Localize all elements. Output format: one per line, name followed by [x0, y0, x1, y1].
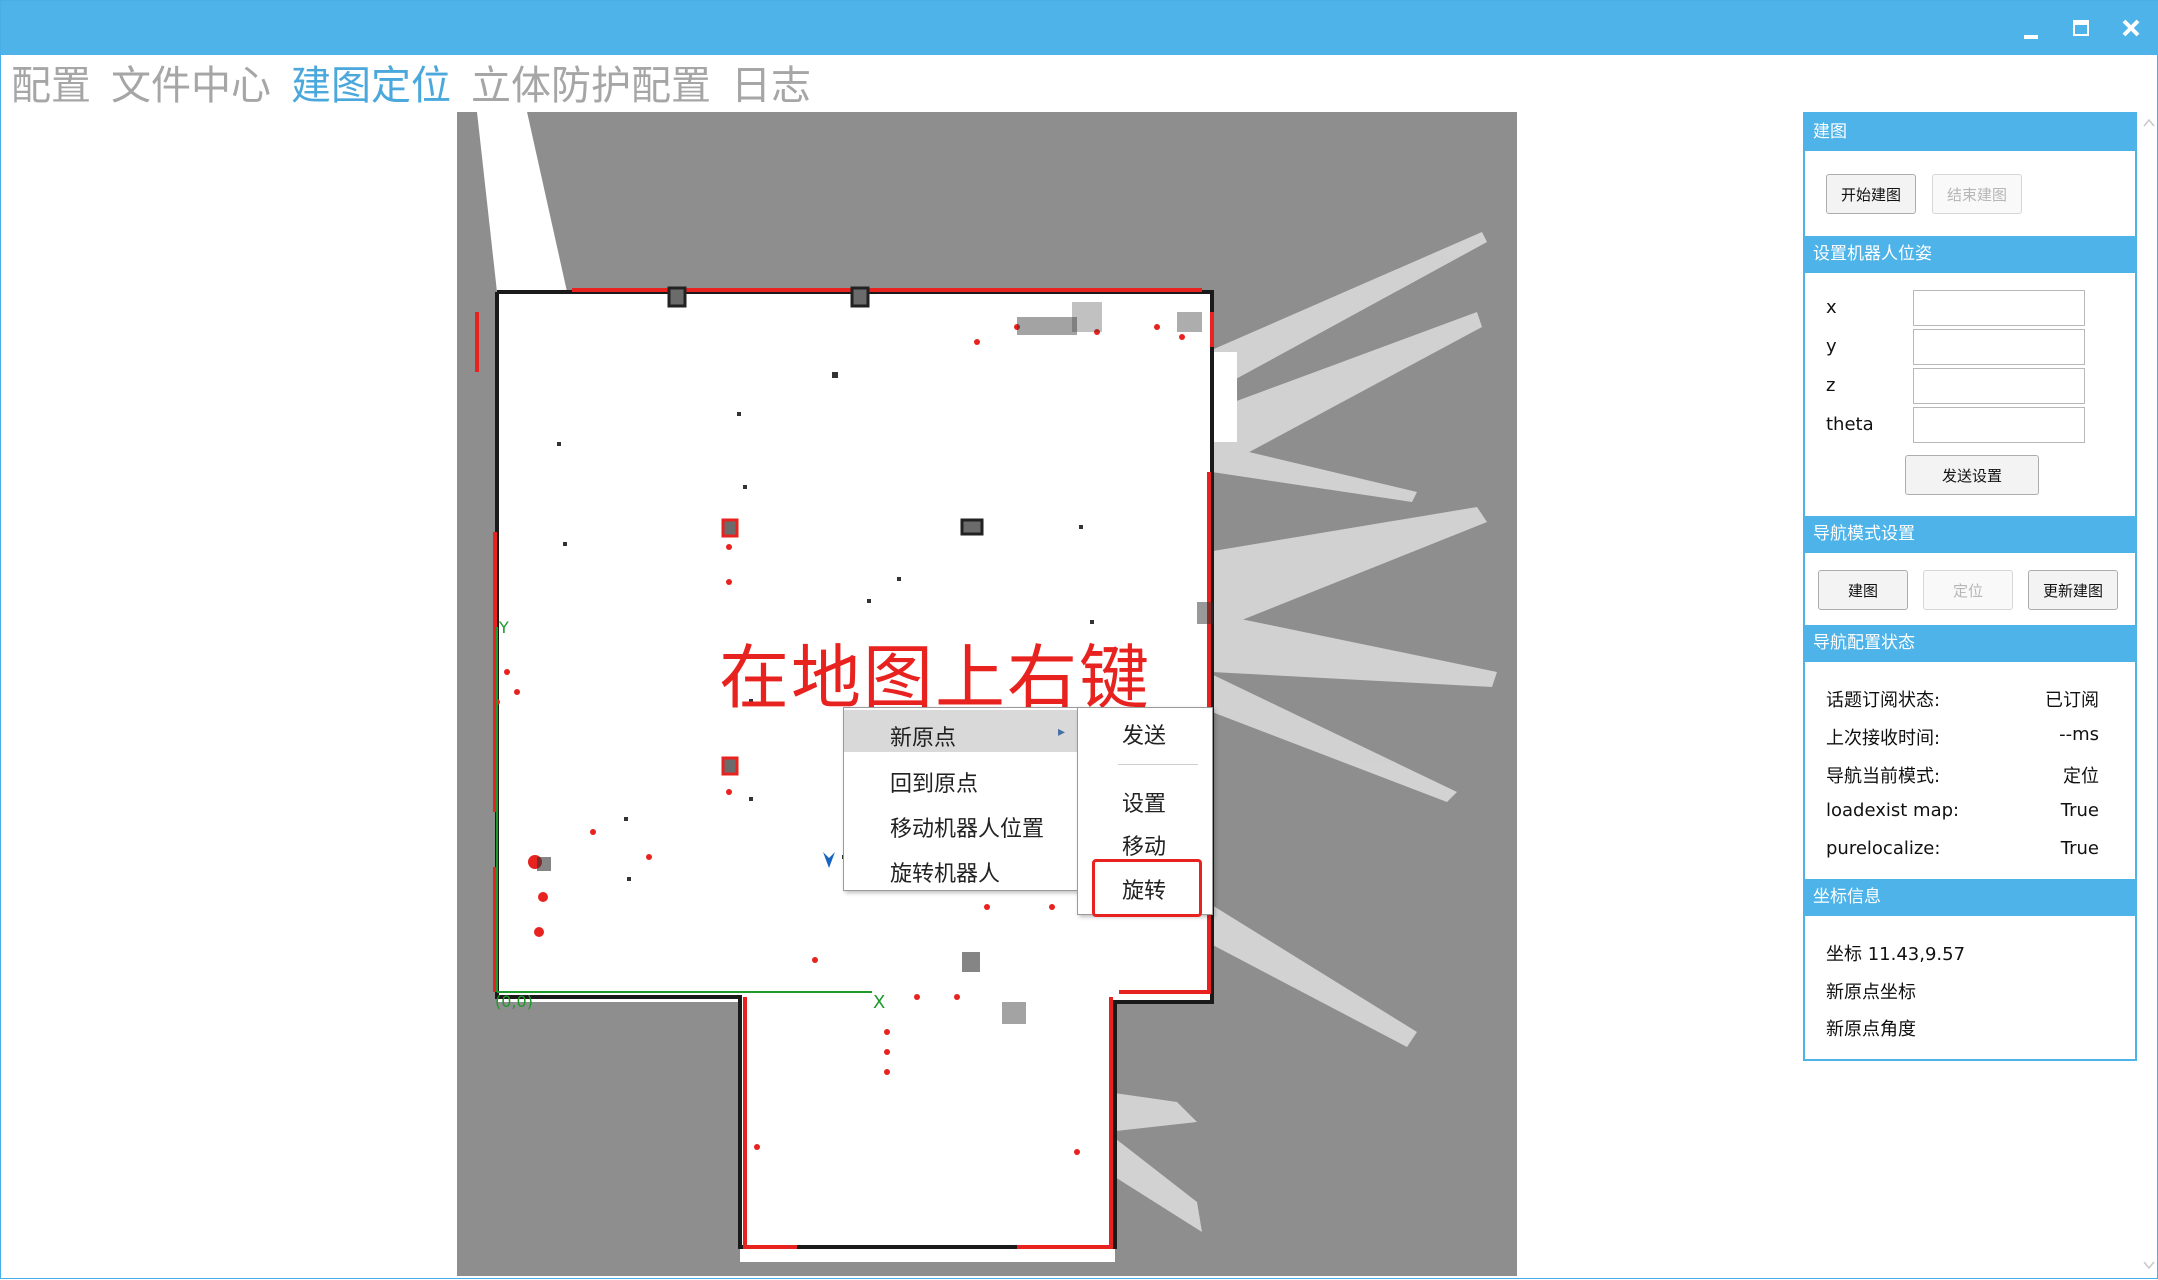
section-nav-status-title: 导航配置状态 — [1805, 625, 2135, 662]
context-menu-highlight — [844, 710, 1078, 752]
section-nav-mode-title: 导航模式设置 — [1805, 516, 2135, 553]
pose-x-label: x — [1826, 297, 1837, 318]
minimize-icon[interactable] — [2011, 9, 2051, 49]
pose-theta-label: theta — [1826, 414, 1874, 435]
menu-item-back-to-origin[interactable]: 回到原点 — [890, 766, 978, 798]
section-coords-title: 坐标信息 — [1805, 879, 2135, 916]
occupancy-map[interactable]: (0,0) X Y 在地图上右键 — [457, 112, 1517, 1276]
menu-item-rotate-robot[interactable]: 旋转机器人 — [890, 856, 1000, 888]
status-value-topic: 已订阅 — [2045, 690, 2099, 711]
tab-log[interactable]: 日志 — [721, 59, 821, 113]
tab-file-center[interactable]: 文件中心 — [101, 59, 281, 113]
nav-mode-update-mapping-button[interactable]: 更新建图 — [2028, 570, 2118, 610]
status-label-topic: 话题订阅状态: — [1826, 690, 1941, 711]
main-tab-bar: 配置 文件中心 建图定位 立体防护配置 日志 — [1, 59, 821, 113]
send-pose-button[interactable]: 发送设置 — [1905, 455, 2039, 495]
submenu-item-send[interactable]: 发送 — [1122, 718, 1166, 750]
tab-config[interactable]: 配置 — [1, 59, 101, 113]
nav-mode-mapping-button[interactable]: 建图 — [1818, 570, 1908, 610]
pose-theta-input[interactable] — [1913, 407, 2085, 443]
section-pose-title: 设置机器人位姿 — [1805, 236, 2135, 273]
submenu-separator — [1118, 764, 1198, 765]
status-value-last-receive: --ms — [2059, 724, 2099, 745]
pose-z-input[interactable] — [1913, 368, 2085, 404]
context-menu: 新原点 ▸ 回到原点 移动机器人位置 旋转机器人 — [843, 707, 1081, 891]
coordinate-readout: 坐标 11.43,9.57 — [1826, 944, 1966, 965]
pose-y-input[interactable] — [1913, 329, 2085, 365]
nav-mode-localization-button[interactable]: 定位 — [1923, 570, 2013, 610]
menu-item-move-robot[interactable]: 移动机器人位置 — [890, 811, 1044, 843]
submenu-item-move[interactable]: 移动 — [1122, 829, 1166, 861]
vertical-scrollbar[interactable] — [2141, 112, 2157, 1276]
submenu-item-set[interactable]: 设置 — [1122, 786, 1166, 818]
rotate-highlight-box — [1092, 859, 1202, 917]
status-label-pure-localize: purelocalize: — [1826, 838, 1941, 859]
pose-x-input[interactable] — [1913, 290, 2085, 326]
tab-mapping-localization[interactable]: 建图定位 — [281, 59, 461, 113]
control-panel: 建图 开始建图 结束建图 设置机器人位姿 x y z theta 发送设置 导航… — [1803, 112, 2137, 1061]
pose-z-label: z — [1826, 375, 1836, 396]
status-label-last-receive: 上次接收时间: — [1826, 728, 1941, 749]
pose-y-label: y — [1826, 336, 1837, 357]
title-bar[interactable] — [1, 1, 2158, 55]
tab-3d-protection[interactable]: 立体防护配置 — [461, 59, 721, 113]
status-value-mode: 定位 — [2063, 766, 2099, 787]
status-value-pure-localize: True — [2060, 838, 2099, 859]
new-origin-coordinate: 新原点坐标 — [1826, 982, 1916, 1003]
menu-item-new-origin[interactable]: 新原点 — [890, 720, 956, 752]
app-window: 配置 文件中心 建图定位 立体防护配置 日志 (0,0) X Y 在地图上右键 … — [0, 0, 2158, 1279]
status-label-load-exist-map: loadexist map: — [1826, 800, 1960, 821]
maximize-icon[interactable] — [2061, 9, 2101, 49]
x-axis-label: X — [873, 992, 886, 1013]
origin-label: (0,0) — [495, 992, 533, 1011]
end-mapping-button[interactable]: 结束建图 — [1932, 174, 2022, 214]
y-axis-label: Y — [499, 618, 509, 637]
section-mapping-title: 建图 — [1805, 114, 2135, 151]
close-icon[interactable] — [2111, 9, 2151, 49]
start-mapping-button[interactable]: 开始建图 — [1826, 174, 1916, 214]
status-value-load-exist-map: True — [2060, 800, 2099, 821]
status-label-mode: 导航当前模式: — [1826, 766, 1941, 787]
new-origin-angle: 新原点角度 — [1826, 1019, 1916, 1040]
submenu-arrow-icon: ▸ — [1058, 724, 1066, 740]
